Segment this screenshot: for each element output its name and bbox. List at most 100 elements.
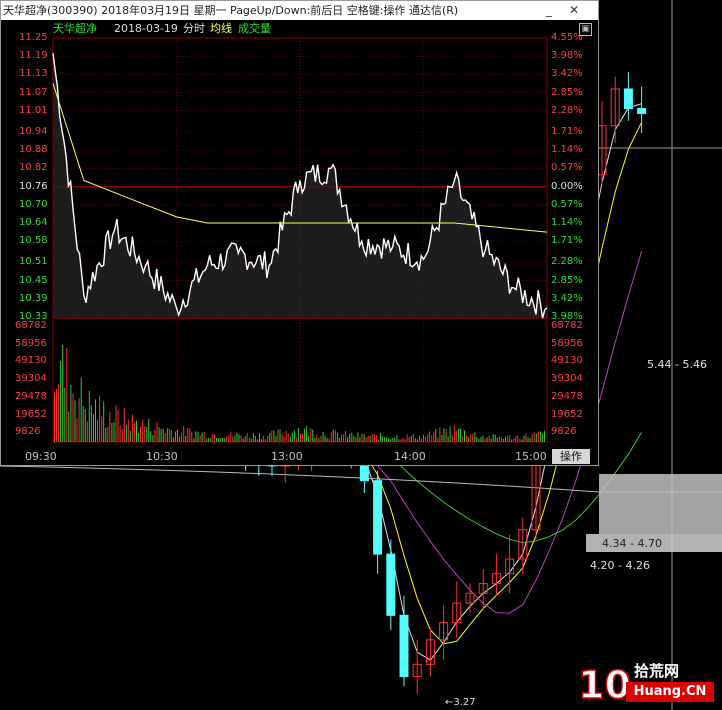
volume-bar [455, 431, 457, 442]
volume-bar [185, 436, 187, 442]
price-tick-label: 11.19 [19, 50, 48, 62]
minimize-button[interactable]: _ [538, 1, 560, 20]
pct-tick-label: 1.14% [551, 144, 583, 156]
candle-body [637, 108, 647, 114]
volume-bar [267, 435, 269, 442]
volume-bar [414, 438, 416, 442]
volume-bar [226, 436, 228, 442]
volume-bar [373, 433, 375, 442]
volume-tick-label-right: 68782 [551, 320, 583, 331]
volume-bar [56, 388, 57, 442]
volume-bar [154, 430, 156, 442]
pct-tick-label: 4.55% [551, 32, 583, 43]
volume-bar [451, 435, 453, 442]
volume-bar [240, 435, 242, 442]
volume-tick-label: 49130 [15, 355, 47, 367]
volume-bar [220, 437, 222, 442]
volume-tick-label-right: 49130 [551, 355, 583, 367]
volume-bar [476, 436, 478, 442]
volume-bar [189, 428, 191, 442]
volume-bar [203, 431, 205, 442]
volume-bar [357, 432, 359, 442]
volume-bar [125, 424, 127, 442]
volume-bar [172, 437, 174, 442]
close-button[interactable]: ✕ [563, 1, 585, 20]
pct-tick-label: 1.71% [551, 126, 583, 137]
volume-bar [113, 422, 115, 442]
volume-bar [539, 431, 541, 442]
volume-bar [402, 437, 404, 442]
volume-bar [88, 390, 90, 442]
volume-bar [166, 428, 168, 442]
volume-bar [295, 437, 297, 442]
volume-bar [289, 436, 291, 442]
volume-bar [375, 435, 377, 442]
volume-bar [187, 428, 189, 442]
volume-bar [429, 431, 431, 442]
volume-bar [277, 429, 279, 442]
range-label-low: 4.20 - 4.26 [590, 559, 650, 572]
volume-bar [58, 384, 60, 442]
volume-bar [193, 438, 195, 442]
volume-bar [209, 438, 211, 442]
price-tick-label: 10.51 [19, 256, 48, 268]
volume-bar [310, 428, 312, 442]
volume-tick-label: 9826 [15, 426, 41, 438]
volume-bar [521, 439, 523, 442]
volume-bar [523, 435, 525, 442]
volume-bar [486, 437, 488, 442]
volume-bar [498, 436, 500, 442]
pct-tick-label: 1.71% [551, 235, 583, 247]
price-tick-label: 11.13 [19, 68, 48, 80]
volume-bar [99, 395, 101, 442]
volume-bar [265, 439, 267, 442]
volume-bar [416, 439, 418, 442]
volume-bar [213, 433, 215, 442]
volume-bar [345, 430, 347, 442]
volume-bar [418, 435, 420, 442]
volume-bar [529, 438, 531, 442]
intraday-window[interactable]: 天华超净(300390) 2018年03月19日 星期一 PageUp/Down… [0, 0, 599, 466]
pct-tick-label: 2.28% [551, 256, 583, 268]
volume-bar [279, 429, 281, 442]
volume-bar [111, 423, 113, 442]
volume-bar [437, 437, 439, 442]
volume-bar [492, 433, 494, 442]
volume-bar [62, 344, 64, 442]
volume-bar [332, 429, 334, 442]
volume-bar [470, 434, 472, 442]
price-tick-label: 10.58 [19, 235, 48, 247]
window-titlebar[interactable]: 天华超净(300390) 2018年03月19日 星期一 PageUp/Down… [1, 1, 598, 20]
volume-bar [273, 430, 275, 442]
volume-bar [326, 437, 328, 442]
volume-bar [164, 433, 166, 442]
volume-bar [150, 431, 152, 442]
volume-bar [259, 433, 260, 442]
volume-bar [453, 425, 455, 442]
volume-bar [318, 438, 320, 442]
volume-tick-label-right: 39304 [551, 373, 583, 385]
volume-bar [129, 430, 131, 442]
volume-bar [162, 429, 164, 442]
volume-bar [334, 430, 336, 442]
volume-bar [60, 360, 62, 442]
volume-bar [302, 433, 304, 442]
low-price-marker: ←3.27 [445, 697, 476, 708]
volume-bar [269, 432, 271, 442]
volume-bar [275, 435, 277, 442]
volume-bar [207, 437, 209, 442]
volume-bar [211, 434, 213, 442]
candle-body [623, 88, 633, 110]
volume-bar [392, 438, 394, 442]
volume-bar [246, 433, 248, 442]
volume-bar [517, 435, 519, 442]
price-tick-label: 10.82 [19, 162, 48, 174]
volume-bar [502, 439, 504, 442]
volume-bar [271, 430, 273, 442]
watermark-text-bottom: Huang.CN [626, 682, 714, 702]
volume-bar [349, 433, 351, 442]
volume-bar [474, 432, 476, 442]
volume-bar [103, 401, 105, 442]
intraday-chart [52, 37, 548, 443]
operate-button[interactable]: 操作 [552, 449, 590, 464]
